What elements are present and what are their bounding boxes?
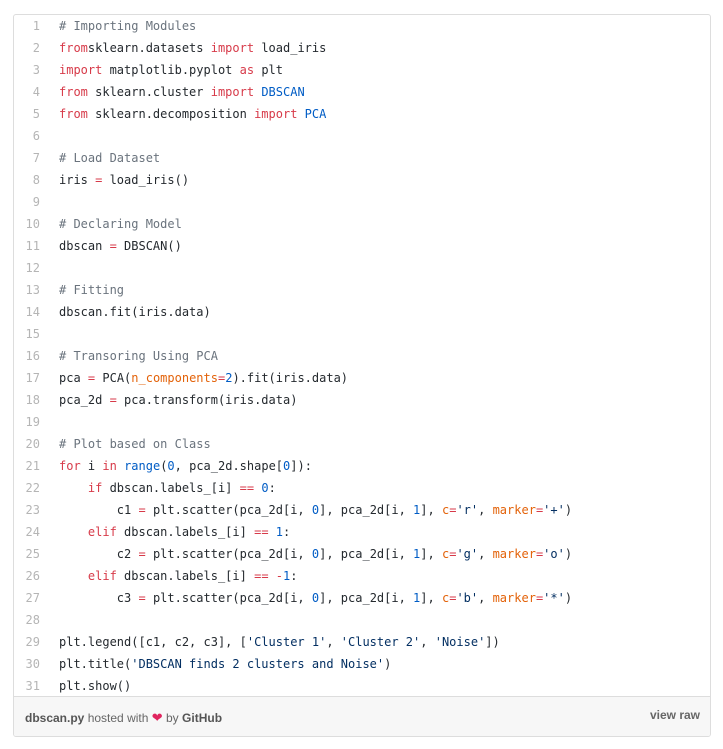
code-line: 6	[14, 125, 710, 147]
code-line: 16 # Transoring Using PCA	[14, 345, 710, 367]
code-line: 5 from sklearn.decomposition import PCA	[14, 103, 710, 125]
line-number[interactable]: 8	[14, 169, 40, 191]
code-line: 30 plt.title('DBSCAN finds 2 clusters and…	[14, 653, 710, 675]
code-line: 12	[14, 257, 710, 279]
code-line: 23 c1 = plt.scatter(pca_2d[i, 0], pca_2d…	[14, 499, 710, 521]
code-line: 7 # Load Dataset	[14, 147, 710, 169]
code-text: plt.show()	[59, 679, 132, 693]
line-number[interactable]: 1	[14, 15, 40, 37]
code-text: c3 = plt.scatter(pca_2d[i, 0], pca_2d[i,…	[59, 591, 573, 605]
by-text: by	[166, 711, 179, 725]
github-link[interactable]: GitHub	[182, 711, 222, 725]
gist-embed: 1 # Importing Modules 2 fromsklearn.dataset…	[13, 14, 711, 737]
code-line: 13 # Fitting	[14, 279, 710, 301]
line-number[interactable]: 24	[14, 521, 40, 543]
line-number[interactable]: 6	[14, 125, 40, 147]
code-line: 24 elif dbscan.labels_[i] == 1:	[14, 521, 710, 543]
line-number[interactable]: 3	[14, 59, 40, 81]
line-number[interactable]: 25	[14, 543, 40, 565]
code-text: if dbscan.labels_[i] == 0:	[87, 481, 276, 495]
heart-icon: ❤	[151, 710, 163, 725]
code-text: # Plot based on Class	[59, 437, 211, 451]
code-line: 2 fromsklearn.datasets import load_iris	[14, 37, 710, 59]
code-line: 21 for i in range(0, pca_2d.shape[0]):	[14, 455, 710, 477]
line-number[interactable]: 28	[14, 609, 40, 631]
code-text: # Declaring Model	[59, 217, 182, 231]
code-text: dbscan.fit(iris.data)	[59, 305, 211, 319]
code-text: elif dbscan.labels_[i] == -1:	[87, 569, 298, 583]
code-text: iris = load_iris()	[59, 173, 190, 187]
code-text: pca_2d = pca.transform(iris.data)	[59, 393, 298, 407]
code-text: c2 = plt.scatter(pca_2d[i, 0], pca_2d[i,…	[59, 547, 573, 561]
line-number[interactable]: 4	[14, 81, 40, 103]
line-number[interactable]: 22	[14, 477, 40, 499]
code-line: 10 # Declaring Model	[14, 213, 710, 235]
code-line: 29 plt.legend([c1, c2, c3], ['Cluster 1',…	[14, 631, 710, 653]
code-text: # Transoring Using PCA	[59, 349, 218, 363]
code-line: 28	[14, 609, 710, 631]
line-number[interactable]: 5	[14, 103, 40, 125]
line-number[interactable]: 15	[14, 323, 40, 345]
code-text: fromsklearn.datasets import load_iris	[59, 41, 327, 55]
code-text: import matplotlib.pyplot as plt	[59, 63, 283, 77]
code-line: 14 dbscan.fit(iris.data)	[14, 301, 710, 323]
code-line: 31 plt.show()	[14, 675, 710, 697]
code-text: elif dbscan.labels_[i] == 1:	[87, 525, 291, 539]
code-text: # Fitting	[59, 283, 125, 297]
code-line: 26 elif dbscan.labels_[i] == -1:	[14, 565, 710, 587]
code-line: 9	[14, 191, 710, 213]
gist-meta: dbscan.py hosted with ❤ by GitHub	[25, 710, 222, 726]
code-line: 1 # Importing Modules	[14, 15, 710, 37]
line-number[interactable]: 11	[14, 235, 40, 257]
filename-link[interactable]: dbscan.py	[25, 711, 84, 725]
line-number[interactable]: 30	[14, 653, 40, 675]
line-number[interactable]: 9	[14, 191, 40, 213]
code-text: # Load Dataset	[59, 151, 161, 165]
line-number[interactable]: 23	[14, 499, 40, 521]
code-line: 4 from sklearn.cluster import DBSCAN	[14, 81, 710, 103]
code-text: from sklearn.decomposition import PCA	[59, 107, 327, 121]
line-number[interactable]: 2	[14, 37, 40, 59]
hosted-with-text: hosted with	[87, 711, 149, 725]
code-line: 20 # Plot based on Class	[14, 433, 710, 455]
code-line: 18 pca_2d = pca.transform(iris.data)	[14, 389, 710, 411]
code-block: 1 # Importing Modules 2 fromsklearn.dataset…	[14, 15, 710, 698]
code-line: 8 iris = load_iris()	[14, 169, 710, 191]
line-number[interactable]: 27	[14, 587, 40, 609]
code-text: # Importing Modules	[59, 19, 197, 33]
code-line: 25 c2 = plt.scatter(pca_2d[i, 0], pca_2d…	[14, 543, 710, 565]
line-number[interactable]: 12	[14, 257, 40, 279]
line-number[interactable]: 31	[14, 675, 40, 697]
line-number[interactable]: 7	[14, 147, 40, 169]
line-number[interactable]: 10	[14, 213, 40, 235]
code-text: dbscan = DBSCAN()	[59, 239, 182, 253]
code-text: c1 = plt.scatter(pca_2d[i, 0], pca_2d[i,…	[59, 503, 573, 517]
line-number[interactable]: 17	[14, 367, 40, 389]
line-number[interactable]: 20	[14, 433, 40, 455]
line-number[interactable]: 21	[14, 455, 40, 477]
code-line: 19	[14, 411, 710, 433]
code-text: for i in range(0, pca_2d.shape[0]):	[59, 459, 312, 473]
code-line: 27 c3 = plt.scatter(pca_2d[i, 0], pca_2d…	[14, 587, 710, 609]
code-text: from sklearn.cluster import DBSCAN	[59, 85, 305, 99]
line-number[interactable]: 19	[14, 411, 40, 433]
code-line: 22 if dbscan.labels_[i] == 0:	[14, 477, 710, 499]
code-text: plt.title('DBSCAN finds 2 clusters and N…	[59, 657, 392, 671]
code-line: 15	[14, 323, 710, 345]
line-number[interactable]: 16	[14, 345, 40, 367]
code-text: pca = PCA(n_components=2).fit(iris.data)	[59, 371, 349, 385]
line-number[interactable]: 29	[14, 631, 40, 653]
view-raw-link[interactable]: view raw	[650, 708, 700, 722]
code-line: 17 pca = PCA(n_components=2).fit(iris.dat…	[14, 367, 710, 389]
line-number[interactable]: 26	[14, 565, 40, 587]
code-line: 3 import matplotlib.pyplot as plt	[14, 59, 710, 81]
gist-footer: dbscan.py hosted with ❤ by GitHub view r…	[14, 696, 710, 736]
code-line: 11 dbscan = DBSCAN()	[14, 235, 710, 257]
code-text: plt.legend([c1, c2, c3], ['Cluster 1', '…	[59, 635, 500, 649]
line-number[interactable]: 14	[14, 301, 40, 323]
line-number[interactable]: 18	[14, 389, 40, 411]
line-number[interactable]: 13	[14, 279, 40, 301]
